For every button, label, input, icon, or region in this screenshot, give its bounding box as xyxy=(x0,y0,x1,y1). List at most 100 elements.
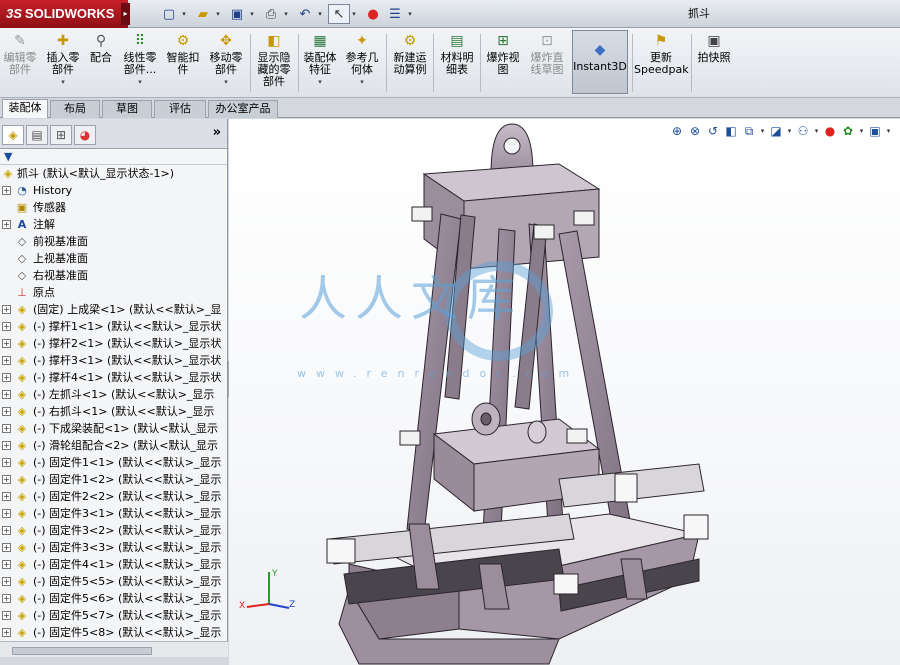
tree-item[interactable]: ◇ 右视基准面 xyxy=(0,267,227,284)
mate-button[interactable]: ⚲ 配合 xyxy=(86,32,116,94)
grab-bucket-model[interactable] xyxy=(229,119,900,665)
expand-toggle-icon[interactable]: + xyxy=(2,526,11,535)
tree-item[interactable]: ◇ 前视基准面 xyxy=(0,233,227,250)
undo-icon[interactable]: ↶ xyxy=(294,4,316,24)
move-component-button[interactable]: ✥ 移动零部件 ▾ xyxy=(206,32,246,94)
graphics-area[interactable]: ⊕ ⊗ ↺ ◧ ⧉ ▾ ◪ ▾ ⚇ ▾ ● ✿ ▾ ▣ ▾ 人人文库 www.r… xyxy=(229,119,900,665)
update-speedpak-button[interactable]: ⚑ 更新Speedpak xyxy=(634,32,689,94)
linear-pattern-button[interactable]: ⠿ 线性零部件... ▾ xyxy=(120,32,160,94)
expand-toggle-icon[interactable]: + xyxy=(2,611,11,620)
new-document-icon[interactable]: ▢ xyxy=(158,4,180,24)
tree-item[interactable]: + ◈ (-) 撑杆2<1> (默认<<默认>_显示状 xyxy=(0,335,227,352)
options-dropdown-icon[interactable]: ▾ xyxy=(406,4,414,24)
insert-component-dropdown-icon[interactable]: ▾ xyxy=(44,76,82,88)
select-pointer-icon[interactable]: ↖ xyxy=(328,4,350,24)
explode-line-sketch-button[interactable]: ⊡ 爆炸直线草图 xyxy=(526,32,568,94)
insert-component-button[interactable]: ✚ 插入零部件 ▾ xyxy=(44,32,82,94)
expand-toggle-icon[interactable]: + xyxy=(2,628,11,637)
tree-item[interactable]: + ◈ (-) 固定件3<1> (默认<<默认>_显示 xyxy=(0,505,227,522)
expand-toggle-icon[interactable]: + xyxy=(2,458,11,467)
scrollbar-thumb[interactable] xyxy=(12,647,152,655)
expand-toggle-icon[interactable]: + xyxy=(2,492,11,501)
tree-item[interactable]: ▣ 传感器 xyxy=(0,199,227,216)
take-snapshot-button[interactable]: ▣ 拍快照 xyxy=(694,32,734,94)
open-dropdown-icon[interactable]: ▾ xyxy=(214,4,222,24)
feature-manager-tree-icon[interactable]: ◈ xyxy=(2,125,24,145)
rebuild-traffic-light-icon[interactable]: ● xyxy=(362,4,384,24)
tree-item[interactable]: + ◈ (-) 滑轮组配合<2> (默认<默认_显示 xyxy=(0,437,227,454)
tree-item[interactable]: + ◈ (-) 右抓斗<1> (默认<<默认>_显示 xyxy=(0,403,227,420)
instant3d-button[interactable]: ◆ Instant3D xyxy=(572,30,628,94)
tree-item[interactable]: + ◈ (固定) 上成梁<1> (默认<<默认>_显 xyxy=(0,301,227,318)
tree-item[interactable]: + ◈ (-) 撑杆1<1> (默认<<默认>_显示状 xyxy=(0,318,227,335)
tree-item[interactable]: + ◈ (-) 固定件3<2> (默认<<默认>_显示 xyxy=(0,522,227,539)
expand-toggle-icon[interactable]: + xyxy=(2,407,11,416)
expand-toggle-icon[interactable]: + xyxy=(2,390,11,399)
expand-toggle-icon[interactable]: + xyxy=(2,322,11,331)
tree-item[interactable]: + ◈ (-) 固定件5<7> (默认<<默认>_显示 xyxy=(0,607,227,624)
tree-root[interactable]: ◈ 抓斗 (默认<默认_显示状态-1>) xyxy=(0,165,227,182)
tree-item[interactable]: + ◈ (-) 固定件4<1> (默认<<默认>_显示 xyxy=(0,556,227,573)
tab-evaluate[interactable]: 评估 xyxy=(154,100,206,118)
expand-toggle-icon[interactable]: + xyxy=(2,441,11,450)
expand-toggle-icon[interactable]: + xyxy=(2,305,11,314)
tab-office-products[interactable]: 办公室产品 xyxy=(208,100,278,118)
reference-geometry-button[interactable]: ✦ 参考几何体 ▾ xyxy=(342,32,382,94)
tree-item[interactable]: + ◔ History xyxy=(0,182,227,199)
tree-item[interactable]: + ◈ (-) 固定件5<5> (默认<<默认>_显示 xyxy=(0,573,227,590)
expand-toggle-icon[interactable]: + xyxy=(2,543,11,552)
expand-toggle-icon[interactable]: + xyxy=(2,475,11,484)
tree-item[interactable]: + ◈ (-) 固定件1<2> (默认<<默认>_显示 xyxy=(0,471,227,488)
tree-item[interactable]: + ◈ (-) 左抓斗<1> (默认<<默认>_显示 xyxy=(0,386,227,403)
expand-toggle-icon[interactable]: + xyxy=(2,356,11,365)
assembly-feature-dropdown-icon[interactable]: ▾ xyxy=(301,76,339,88)
smart-fastener-button[interactable]: ⚙ 智能扣件 xyxy=(164,32,202,94)
options-icon[interactable]: ☰ xyxy=(384,4,406,24)
property-manager-icon[interactable]: ▤ xyxy=(26,125,48,145)
expand-toggle-icon[interactable]: + xyxy=(2,373,11,382)
menu-flyout-arrow-icon[interactable]: ▸ xyxy=(121,3,130,25)
tree-item[interactable]: + ◈ (-) 固定件5<8> (默认<<默认>_显示 xyxy=(0,624,227,641)
save-icon[interactable]: ▣ xyxy=(226,4,248,24)
select-dropdown-icon[interactable]: ▾ xyxy=(350,4,358,24)
assembly-features-button[interactable]: ▦ 装配体特征 ▾ xyxy=(301,32,339,94)
filter-funnel-icon[interactable]: ▼ xyxy=(4,150,12,163)
expand-toggle-icon[interactable]: + xyxy=(2,560,11,569)
undo-dropdown-icon[interactable]: ▾ xyxy=(316,4,324,24)
print-dropdown-icon[interactable]: ▾ xyxy=(282,4,290,24)
move-component-dropdown-icon[interactable]: ▾ xyxy=(206,76,246,88)
tree-item[interactable]: + ◈ (-) 撑杆4<1> (默认<<默认>_显示状 xyxy=(0,369,227,386)
tree-item[interactable]: + ◈ (-) 撑杆3<1> (默认<<默认>_显示状 xyxy=(0,352,227,369)
tab-assembly[interactable]: 装配体 xyxy=(2,99,48,118)
tree-item[interactable]: ⊥ 原点 xyxy=(0,284,227,301)
tree-item[interactable]: + ◈ (-) 固定件5<6> (默认<<默认>_显示 xyxy=(0,590,227,607)
reference-geometry-dropdown-icon[interactable]: ▾ xyxy=(342,76,382,88)
expand-toggle-icon[interactable]: + xyxy=(2,220,11,229)
print-icon[interactable]: ⎙ xyxy=(260,4,282,24)
save-dropdown-icon[interactable]: ▾ xyxy=(248,4,256,24)
edit-component-button[interactable]: ✎ 编辑零部件 xyxy=(2,32,38,94)
display-manager-icon[interactable]: ◕ xyxy=(74,125,96,145)
expand-toggle-icon[interactable]: + xyxy=(2,186,11,195)
linear-pattern-dropdown-icon[interactable]: ▾ xyxy=(120,76,160,88)
new-dropdown-icon[interactable]: ▾ xyxy=(180,4,188,24)
tree-item[interactable]: + ◈ (-) 固定件1<1> (默认<<默认>_显示 xyxy=(0,454,227,471)
show-hidden-components-button[interactable]: ◧ 显示隐藏的零部件 xyxy=(254,32,294,94)
tree-item[interactable]: + A 注解 xyxy=(0,216,227,233)
tree-item[interactable]: + ◈ (-) 下成梁装配<1> (默认<默认_显示 xyxy=(0,420,227,437)
open-folder-icon[interactable]: ▰ xyxy=(192,4,214,24)
expand-toggle-icon[interactable]: + xyxy=(2,577,11,586)
exploded-view-button[interactable]: ⊞ 爆炸视图 xyxy=(484,32,522,94)
expand-panel-chevron-icon[interactable]: » xyxy=(213,125,221,140)
tree-item[interactable]: + ◈ (-) 固定件2<2> (默认<<默认>_显示 xyxy=(0,488,227,505)
new-motion-study-button[interactable]: ⚙ 新建运动算例 xyxy=(390,32,430,94)
tab-sketch[interactable]: 草图 xyxy=(102,100,152,118)
tree-item[interactable]: + ◈ (-) 固定件3<3> (默认<<默认>_显示 xyxy=(0,539,227,556)
expand-toggle-icon[interactable]: + xyxy=(2,424,11,433)
expand-toggle-icon[interactable]: + xyxy=(2,339,11,348)
tree-filter[interactable]: ▼ xyxy=(0,149,227,165)
tree-item[interactable]: ◇ 上视基准面 xyxy=(0,250,227,267)
expand-toggle-icon[interactable]: + xyxy=(2,594,11,603)
bill-of-materials-button[interactable]: ▤ 材料明细表 xyxy=(437,32,477,94)
tab-layout[interactable]: 布局 xyxy=(50,100,100,118)
